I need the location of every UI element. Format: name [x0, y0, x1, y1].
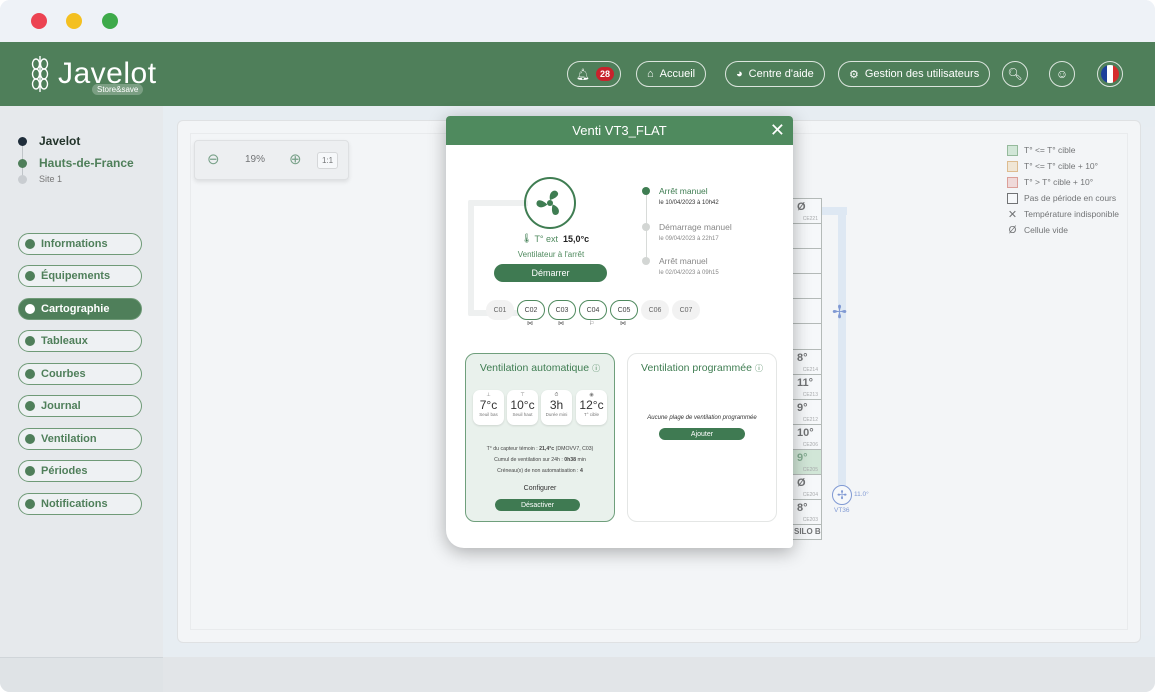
- ventilation-total-line: Cumul de ventilation sur 24h : 0h38 min: [494, 457, 586, 463]
- timeline-dot: [642, 257, 650, 265]
- high-threshold-tile[interactable]: ⊤ 10°c Seuil haut: [507, 390, 538, 425]
- cell-chip-c04[interactable]: C04: [579, 300, 607, 320]
- deactivate-button[interactable]: Désactiver: [495, 499, 580, 511]
- reference-sensor-line: T° du capteur témoin : 21,4°c (DMOVV7, C…: [486, 446, 594, 452]
- configure-link[interactable]: Configurer: [466, 485, 614, 492]
- bell-icon: 🔔︎: [576, 68, 590, 81]
- notification-count-badge: 28: [595, 67, 614, 81]
- cell-chip-c03[interactable]: C03: [548, 300, 576, 320]
- fan-status-text: Ventilateur à l'arrêt: [517, 250, 585, 259]
- app-window: Javelot Store&save 🔔︎ 28 ⌂ Accueil ◕ Centr…: [0, 0, 1155, 692]
- search-button[interactable]: 🔍︎: [1002, 61, 1028, 87]
- target-temp-tile[interactable]: ◉ 12°c T° cible: [576, 390, 607, 425]
- tree-node-site-1[interactable]: Site 1: [18, 172, 134, 186]
- chip-marker-icon: ⋈: [527, 321, 533, 327]
- sidebar-footer: [0, 657, 163, 692]
- app-header: Javelot Store&save 🔔︎ 28 ⌂ Accueil ◕ Centr…: [0, 42, 1155, 106]
- main-footer: [163, 657, 1155, 692]
- no-schedule-text: Aucune plage de ventilation programmée: [647, 415, 757, 421]
- scheduled-ventilation-card: Ventilation programmée ⓘ Aucune plage de …: [627, 353, 777, 522]
- nav-courbes[interactable]: Courbes: [18, 363, 142, 385]
- close-icon[interactable]: ✕: [770, 120, 785, 141]
- notifications-button[interactable]: 🔔︎ 28: [567, 61, 621, 87]
- nav-dot-icon: [25, 336, 35, 346]
- help-label: Centre d'aide: [748, 68, 814, 80]
- fan-modal: Venti VT3_FLAT ✕ 🌡︎ T° ext 15,0°c Ventil…: [446, 116, 793, 548]
- nav-informations[interactable]: Informations: [18, 233, 142, 255]
- chip-marker-icon: ⋈: [558, 321, 564, 327]
- cell-chip-c05[interactable]: C05: [610, 300, 638, 320]
- close-window-button[interactable]: [31, 13, 47, 29]
- nav-ventilation[interactable]: Ventilation: [18, 428, 142, 450]
- non-automation-slots-line: Créneau(x) de non automatisation : 4: [497, 468, 583, 474]
- cell-chip-c06[interactable]: C06: [641, 300, 669, 320]
- help-center-button[interactable]: ◕ Centre d'aide: [725, 61, 825, 87]
- tree-node-hauts-de-france[interactable]: Hauts-de-France: [18, 156, 134, 170]
- search-icon: 🔍︎: [1007, 67, 1023, 81]
- nav-dot-icon: [25, 466, 35, 476]
- fan-icon: [536, 190, 559, 215]
- add-schedule-button[interactable]: Ajouter: [659, 428, 745, 440]
- auto-ventilation-card: Ventilation automatique ⓘ T° du capteur t…: [465, 353, 615, 522]
- modal-header: Venti VT3_FLAT ✕: [446, 116, 793, 145]
- auto-params-text: T° du capteur témoin : 21,4°c (DMOVV7, C…: [466, 444, 614, 477]
- tree-bullet: [18, 174, 27, 184]
- cell-chip-c01[interactable]: C01: [486, 300, 514, 320]
- modal-title: Venti VT3_FLAT: [572, 123, 667, 138]
- user-management-label: Gestion des utilisateurs: [864, 68, 980, 80]
- info-icon[interactable]: ⓘ: [592, 363, 600, 374]
- nav-dot-icon: [25, 434, 35, 444]
- cell-chip-c02[interactable]: C02: [517, 300, 545, 320]
- nav-journal[interactable]: Journal: [18, 395, 142, 417]
- info-icon[interactable]: ⓘ: [755, 363, 763, 374]
- brand-logo[interactable]: Javelot Store&save: [30, 52, 157, 96]
- sidebar: Javelot Hauts-de-France Site 1 Informati…: [0, 106, 163, 692]
- profile-button[interactable]: ☺: [1049, 61, 1075, 87]
- minimize-window-button[interactable]: [66, 13, 82, 29]
- language-button[interactable]: [1097, 61, 1123, 87]
- nav-periodes[interactable]: Périodes: [18, 460, 142, 482]
- nav-dot-icon: [25, 369, 35, 379]
- nav-dot-icon: [25, 499, 35, 509]
- tree-bullet: [18, 158, 27, 168]
- fan-status-circle: [524, 177, 576, 229]
- low-threshold-tile[interactable]: ⊥ 7°c Seuil bas: [473, 390, 504, 425]
- auto-ventilation-title: Ventilation automatique ⓘ: [479, 362, 601, 374]
- tree-node-javelot[interactable]: Javelot: [18, 134, 134, 148]
- nav-cartographie[interactable]: Cartographie: [18, 298, 142, 320]
- thermometer-icon: 🌡︎: [521, 233, 533, 243]
- site-tree: Javelot Hauts-de-France Site 1: [18, 134, 134, 187]
- nav-dot-icon: [25, 239, 35, 249]
- wheat-icon: [31, 56, 49, 92]
- scheduled-ventilation-title: Ventilation programmée ⓘ: [641, 362, 763, 374]
- nav-equipements[interactable]: Équipements: [18, 265, 142, 287]
- nav-tableaux[interactable]: Tableaux: [18, 330, 142, 352]
- home-icon: ⌂: [647, 68, 654, 80]
- nav-dot-icon: [25, 271, 35, 281]
- cell-chip-c07[interactable]: C07: [672, 300, 700, 320]
- help-icon: ◕: [736, 68, 743, 80]
- timeline-dot: [642, 187, 650, 195]
- tree-bullet: [18, 136, 27, 146]
- maximize-window-button[interactable]: [102, 13, 118, 29]
- french-flag-icon: [1101, 65, 1119, 83]
- home-button[interactable]: ⌂ Accueil: [636, 61, 707, 87]
- brand-tagline: Store&save: [92, 84, 144, 95]
- gear-icon: ⚙: [849, 68, 859, 81]
- home-label: Accueil: [659, 68, 696, 80]
- chip-marker-icon: ⋈: [620, 321, 626, 327]
- farmer-avatar-icon: ☺: [1055, 67, 1069, 81]
- nav-dot-icon: [25, 401, 35, 411]
- outside-temperature: 🌡︎ T° ext 15,0°c: [521, 233, 590, 244]
- timeline-dot: [642, 223, 650, 231]
- user-management-button[interactable]: ⚙ Gestion des utilisateurs: [838, 61, 991, 87]
- window-titlebar: [0, 0, 1155, 42]
- nav-notifications[interactable]: Notifications: [18, 493, 142, 515]
- chip-marker-icon: ⚐: [589, 321, 595, 327]
- min-duration-tile[interactable]: ⏱ 3h Durée mini: [541, 390, 572, 425]
- nav-dot-icon: [25, 304, 35, 314]
- start-button[interactable]: Démarrer: [494, 264, 607, 282]
